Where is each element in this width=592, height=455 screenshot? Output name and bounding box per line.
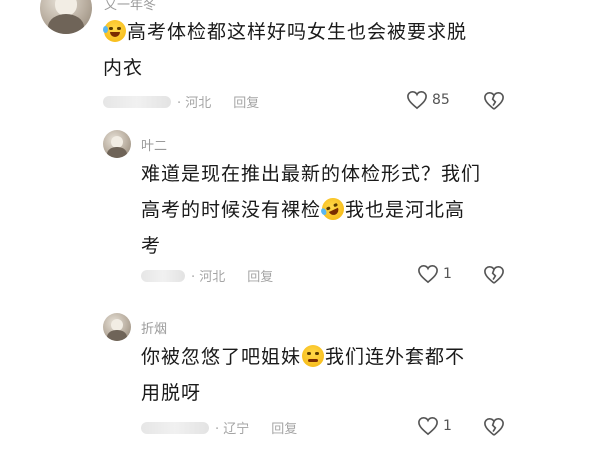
comment-text-line: 高考的时候没有裸检	[141, 199, 322, 221]
region-label: · 河北	[177, 96, 212, 111]
comment-text-line: 内衣	[103, 57, 144, 79]
comment-text-line: 用脱呀	[141, 382, 202, 404]
avatar[interactable]	[103, 313, 131, 341]
rolling-laughing-emoji-icon	[318, 194, 348, 224]
comment-text-line: 难道是现在推出最新的体检形式？我们	[141, 163, 482, 185]
reply-button[interactable]: 回复	[233, 92, 259, 111]
comment-text-line: 考	[141, 235, 162, 257]
avatar[interactable]	[103, 130, 131, 158]
reply-button[interactable]: 回复	[271, 418, 297, 437]
comment-username[interactable]: 又一年冬	[104, 0, 156, 13]
comment-meta: · 辽宁 回复	[141, 418, 297, 437]
timestamp-blurred	[103, 95, 171, 108]
like-button[interactable]: 1	[417, 264, 452, 284]
laughing-emoji-icon	[103, 20, 126, 42]
heart-outline-icon	[418, 416, 438, 436]
comment-text-line: 我也是河北高	[345, 199, 466, 221]
like-button[interactable]: 85	[406, 90, 450, 110]
comment-text-line: 我们连外套都不	[325, 346, 466, 368]
region-label: · 河北	[191, 270, 226, 285]
like-button[interactable]: 1	[417, 416, 452, 436]
pleading-face-emoji-icon	[302, 345, 325, 367]
comment-username[interactable]: 叶二	[141, 135, 167, 154]
comment-meta: · 河北 回复	[103, 92, 259, 111]
avatar[interactable]	[40, 0, 92, 34]
comment-meta: · 河北 回复	[141, 266, 273, 285]
comment-text: 高考体检都这样好吗女生也会被要求脱 内衣	[103, 14, 573, 86]
comment-text-line: 高考体检都这样好吗女生也会被要求脱	[127, 21, 468, 43]
like-count: 1	[443, 418, 452, 434]
broken-heart-icon[interactable]	[483, 91, 505, 111]
broken-heart-icon[interactable]	[483, 265, 505, 285]
timestamp-blurred	[141, 421, 209, 434]
like-count: 1	[443, 266, 452, 282]
comment-text: 难道是现在推出最新的体检形式？我们 高考的时候没有裸检 我也是河北高 考	[141, 156, 571, 264]
heart-outline-icon	[407, 90, 427, 110]
comment-text: 你被忽悠了吧姐妹 我们连外套都不 用脱呀	[141, 339, 571, 411]
reply-button[interactable]: 回复	[247, 266, 273, 285]
heart-outline-icon	[418, 264, 438, 284]
comment-text-line: 你被忽悠了吧姐妹	[141, 346, 302, 368]
comment-username[interactable]: 折烟	[141, 318, 167, 337]
timestamp-blurred	[141, 269, 185, 282]
region-label: · 辽宁	[215, 422, 250, 437]
broken-heart-icon[interactable]	[483, 417, 505, 437]
like-count: 85	[432, 92, 450, 108]
